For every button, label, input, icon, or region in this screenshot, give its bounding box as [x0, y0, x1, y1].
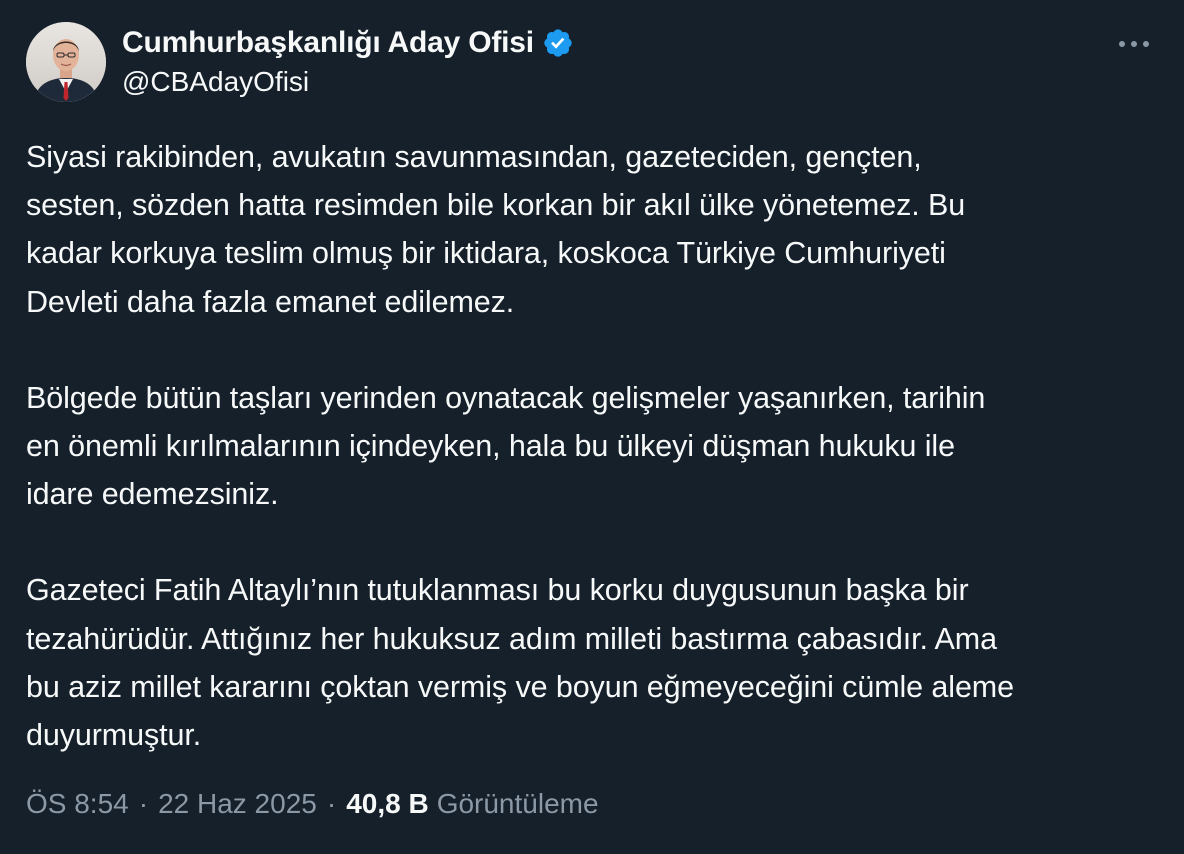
tweet-header: Cumhurbaşkanlığı Aday Ofisi @CBAdayOfisi	[26, 22, 1158, 106]
tweet-paragraph-1: Siyasi rakibinden, avukatın savunmasında…	[26, 140, 966, 319]
verified-badge-icon[interactable]	[542, 27, 574, 59]
author-names: Cumhurbaşkanlığı Aday Ofisi @CBAdayOfisi	[122, 24, 574, 98]
tweet-paragraph-2: Bölgede bütün taşları yerinden oynatacak…	[26, 380, 986, 512]
author-handle[interactable]: @CBAdayOfisi	[122, 66, 574, 98]
author-avatar[interactable]	[26, 22, 106, 102]
meta-separator: ·	[138, 788, 149, 819]
tweet-time[interactable]: ÖS 8:54	[26, 788, 129, 820]
author-display-name[interactable]: Cumhurbaşkanlığı Aday Ofisi	[122, 26, 534, 60]
tweet-text: Siyasi rakibinden, avukatın savunmasında…	[26, 133, 1166, 807]
tweet-card: Cumhurbaşkanlığı Aday Ofisi @CBAdayOfisi…	[0, 0, 1184, 854]
meta-separator: ·	[326, 788, 337, 819]
tweet-meta: ÖS 8:54 · 22 Haz 2025 · 40,8 B Görüntüle…	[26, 788, 599, 820]
more-options-icon[interactable]	[1114, 32, 1154, 56]
display-name-row: Cumhurbaşkanlığı Aday Ofisi	[122, 24, 574, 62]
tweet-paragraph-3: Gazeteci Fatih Altaylı’nın tutuklanması …	[26, 573, 1014, 753]
views-count: 40,8 B	[346, 788, 429, 819]
avatar-photo	[26, 22, 106, 102]
views-label: Görüntüleme	[436, 788, 599, 819]
tweet-date[interactable]: 22 Haz 2025	[158, 788, 317, 820]
